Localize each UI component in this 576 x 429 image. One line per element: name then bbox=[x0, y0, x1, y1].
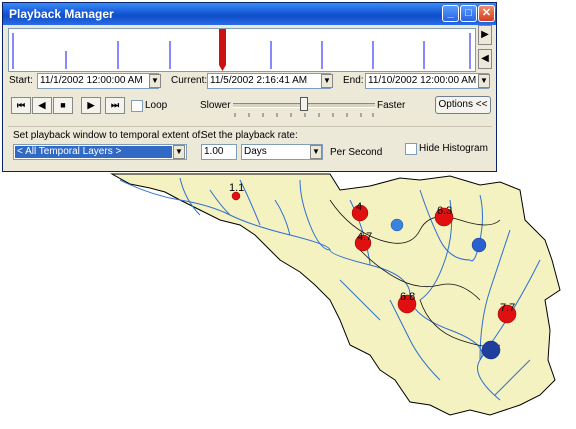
extent-selected-value: < All Temporal Layers > bbox=[15, 146, 172, 158]
marker-pointer bbox=[219, 65, 226, 71]
rate-unit-dropdown-button[interactable]: ▼ bbox=[310, 145, 322, 159]
watershed-polygon bbox=[110, 173, 561, 416]
faster-label: Faster bbox=[377, 100, 406, 111]
stop-button[interactable]: ■ bbox=[53, 97, 73, 114]
play-icon: ▶ bbox=[87, 100, 95, 110]
close-button[interactable]: ✕ bbox=[478, 5, 495, 22]
scroll-right-button[interactable]: ▶ bbox=[478, 25, 492, 45]
map-label: 7.7 bbox=[500, 302, 515, 314]
slider-thumb[interactable] bbox=[300, 97, 308, 111]
hide-histogram-label: Hide Histogram bbox=[419, 143, 488, 154]
rate-label: Set the playback rate: bbox=[201, 130, 298, 141]
hide-histogram-checkbox[interactable] bbox=[405, 143, 417, 155]
end-dropdown-button[interactable]: ▼ bbox=[478, 74, 490, 88]
extent-select[interactable]: < All Temporal Layers > ▼ bbox=[13, 144, 187, 160]
start-dropdown-button[interactable]: ▼ bbox=[149, 74, 161, 88]
current-dropdown-button[interactable]: ▼ bbox=[321, 74, 333, 88]
chevron-down-icon: ▼ bbox=[323, 76, 331, 85]
chevron-down-icon: ▼ bbox=[312, 147, 320, 156]
stop-icon: ■ bbox=[60, 100, 66, 110]
loop-label: Loop bbox=[145, 100, 168, 111]
speed-slider[interactable] bbox=[233, 95, 375, 117]
rate-input[interactable]: 1.00 bbox=[201, 144, 237, 160]
end-time-field[interactable]: 11/10/2002 12:00:00 AM bbox=[365, 73, 489, 89]
map-label: 1.1 bbox=[229, 182, 244, 194]
go-to-end-button[interactable]: ⏭ bbox=[105, 97, 125, 114]
slower-label: Slower bbox=[200, 100, 231, 111]
options-button[interactable]: Options << bbox=[435, 96, 491, 114]
maximize-button[interactable]: □ bbox=[460, 5, 477, 22]
chevron-down-icon: ▼ bbox=[175, 147, 183, 156]
step-back-icon: ◀ bbox=[38, 100, 46, 110]
skip-back-icon: ⏮ bbox=[16, 100, 26, 110]
scroll-left-button[interactable]: ◀ bbox=[478, 49, 492, 69]
loop-checkbox[interactable] bbox=[131, 100, 143, 112]
current-time-field[interactable]: 11/5/2002 2:16:41 AM bbox=[207, 73, 331, 89]
map-label: 4 bbox=[356, 201, 362, 213]
window-title: Playback Manager bbox=[9, 7, 114, 21]
end-label: End: bbox=[343, 75, 364, 86]
maximize-icon: □ bbox=[465, 7, 472, 19]
current-label: Current: bbox=[171, 75, 208, 86]
map-label: 6.3 bbox=[437, 205, 452, 217]
start-time-field[interactable]: 11/1/2002 12:00:00 AM bbox=[37, 73, 159, 89]
playback-manager-window: Playback Manager _ □ ✕ ▶ ◀ Start: 11/1/2… bbox=[2, 2, 497, 172]
play-button[interactable]: ▶ bbox=[81, 97, 101, 114]
slider-ticks bbox=[234, 113, 374, 117]
map-label: 6.8 bbox=[400, 291, 415, 303]
time-histogram[interactable] bbox=[8, 28, 476, 72]
title-bar[interactable]: Playback Manager _ □ ✕ bbox=[3, 3, 496, 25]
go-to-start-button[interactable]: ⏮ bbox=[11, 97, 31, 114]
histogram-bars bbox=[12, 29, 471, 71]
minimize-button[interactable]: _ bbox=[442, 5, 459, 22]
chevron-left-icon: ◀ bbox=[481, 53, 489, 64]
chevron-down-icon: ▼ bbox=[480, 76, 488, 85]
chevron-down-icon: ▼ bbox=[151, 76, 159, 85]
extent-label: Set playback window to temporal extent o… bbox=[13, 130, 204, 141]
chevron-right-icon: ▶ bbox=[481, 29, 489, 40]
per-second-label: Per Second bbox=[330, 147, 383, 158]
skip-forward-icon: ⏭ bbox=[110, 100, 120, 110]
close-icon: ✕ bbox=[481, 7, 492, 19]
start-label: Start: bbox=[9, 75, 33, 86]
minimize-icon: _ bbox=[447, 7, 454, 19]
extent-dropdown-button[interactable]: ▼ bbox=[173, 145, 185, 159]
map-label: 4.7 bbox=[357, 231, 372, 243]
current-time-marker[interactable] bbox=[219, 29, 226, 65]
step-back-button[interactable]: ◀ bbox=[32, 97, 52, 114]
